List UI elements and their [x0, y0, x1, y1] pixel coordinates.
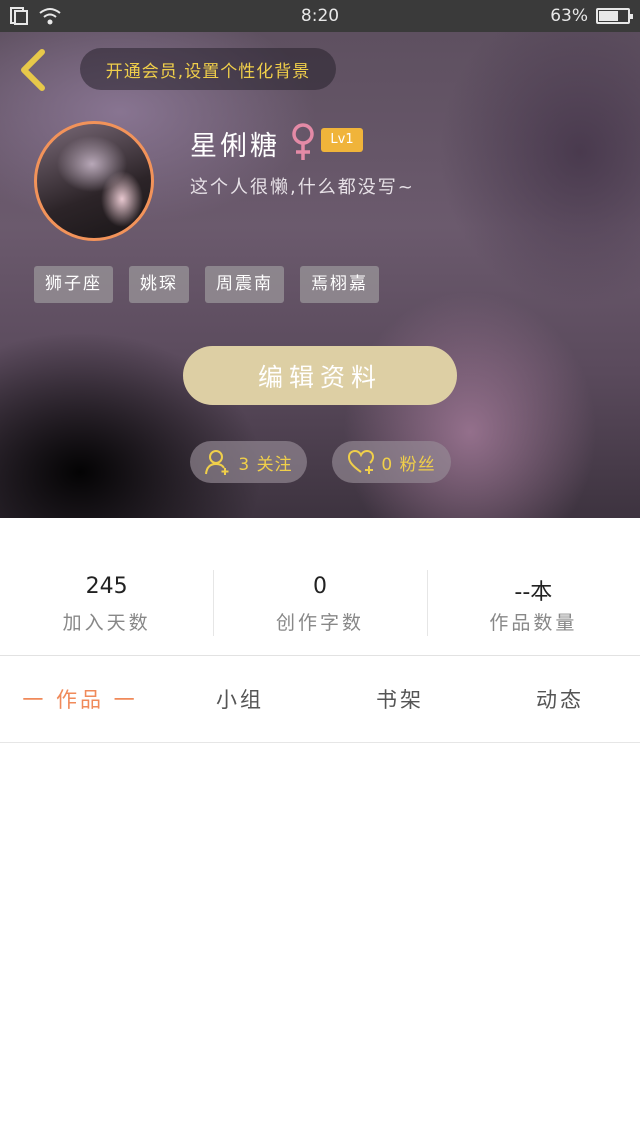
user-bio: 这个人很懒,什么都没写~: [190, 177, 415, 198]
tag-item[interactable]: 姚琛: [129, 266, 189, 303]
tab-works[interactable]: 一 作品 一: [0, 656, 160, 742]
heart-plus-icon: [348, 449, 375, 474]
profile-tabs: 一 作品 一 小组 书架 动态: [0, 656, 640, 742]
female-icon: [292, 123, 314, 160]
stat-label: 加入天数: [62, 612, 151, 634]
battery-percent: 63%: [550, 6, 588, 26]
stat-value: 0: [312, 574, 327, 599]
fans-button[interactable]: 0 粉丝: [332, 441, 451, 483]
tab-groups[interactable]: 小组: [160, 656, 320, 742]
stat-word-count: 0 创作字数: [213, 548, 426, 656]
fans-label: 0 粉丝: [381, 454, 436, 475]
tab-activity[interactable]: 动态: [480, 656, 640, 742]
stat-value: --本: [514, 580, 553, 605]
tag-item[interactable]: 狮子座: [34, 266, 113, 303]
vip-background-banner[interactable]: 开通会员,设置个性化背景: [80, 48, 336, 90]
edit-profile-button[interactable]: 编辑资料: [183, 346, 457, 405]
status-time: 8:20: [300, 6, 340, 26]
avatar[interactable]: [34, 121, 154, 241]
stat-join-days: 245 加入天数: [0, 548, 213, 656]
stat-label: 创作字数: [275, 612, 364, 634]
level-badge: Lv1: [321, 128, 363, 152]
tab-bookshelf[interactable]: 书架: [320, 656, 480, 742]
username: 星俐糖: [190, 131, 280, 162]
divider: [0, 742, 640, 743]
stat-label: 作品数量: [489, 612, 578, 634]
tag-list: 狮子座 姚琛 周震南 焉栩嘉: [34, 266, 379, 303]
profile-header: 开通会员,设置个性化背景 星俐糖 Lv1 这个人很懒,什么都没写~ 狮子座 姚琛…: [0, 32, 640, 518]
stats-bar: 245 加入天数 0 创作字数 --本 作品数量: [0, 548, 640, 656]
back-button[interactable]: [16, 48, 52, 92]
battery-icon: [596, 8, 633, 24]
chevron-left-icon: [21, 49, 45, 91]
status-right: 63%: [550, 6, 633, 26]
status-bar: 8:20 63%: [0, 0, 640, 32]
following-label: 3 关注: [238, 454, 293, 475]
stat-works-count: --本 作品数量: [426, 548, 640, 656]
tag-item[interactable]: 周震南: [205, 266, 284, 303]
add-user-icon: [205, 450, 229, 475]
following-button[interactable]: 3 关注: [190, 441, 307, 483]
tag-item[interactable]: 焉栩嘉: [300, 266, 379, 303]
stat-value: 245: [85, 574, 128, 599]
